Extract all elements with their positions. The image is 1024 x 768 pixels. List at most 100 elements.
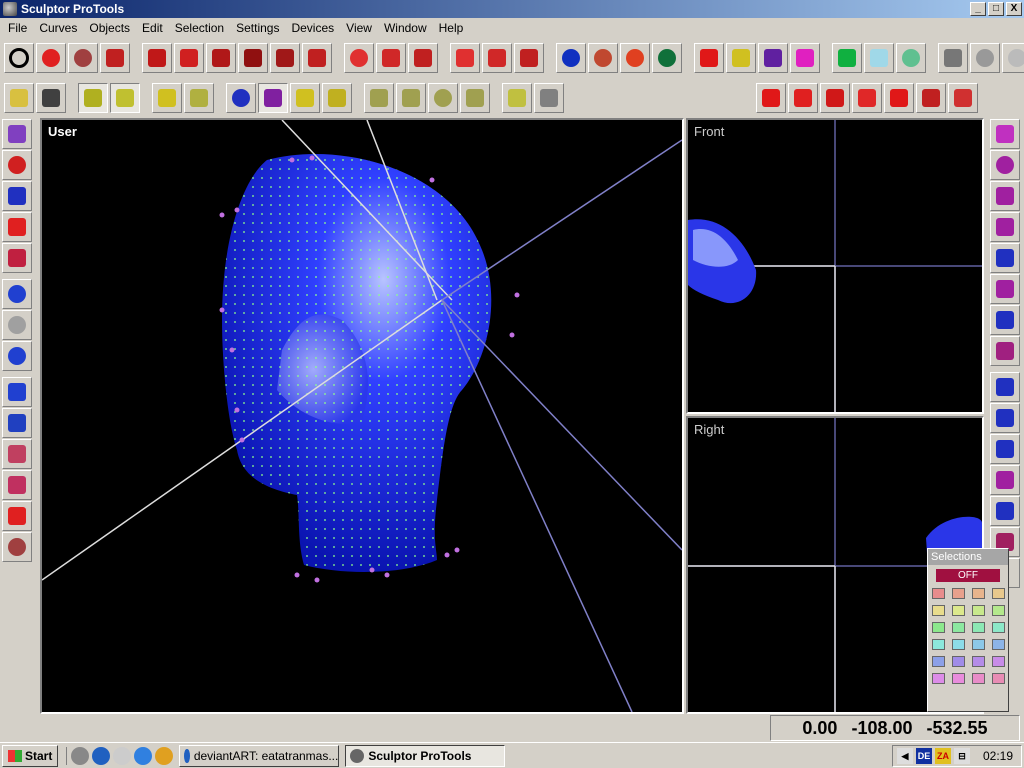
media-player-icon[interactable] [155,746,174,765]
selection-swatch[interactable] [991,588,1005,599]
align-button-4[interactable] [460,83,490,113]
selection-swatch[interactable] [951,605,965,616]
selection-swatch[interactable] [991,605,1005,616]
menu-devices[interactable]: Devices [285,21,340,35]
move-point-button[interactable] [2,408,32,438]
split-button[interactable] [2,501,32,531]
minimize-button[interactable]: _ [970,2,986,16]
sphere-button[interactable] [556,43,586,73]
wire-cube-button-6[interactable] [302,43,332,73]
query-object-button[interactable] [2,243,32,273]
snap-button[interactable] [152,83,182,113]
mail-icon[interactable] [113,746,132,765]
menu-window[interactable]: Window [378,21,433,35]
wire-cube-button-4[interactable] [238,43,268,73]
selection-swatch[interactable] [971,639,985,650]
selection-swatch[interactable] [931,622,945,633]
tube-button[interactable] [832,43,862,73]
gem-button[interactable] [990,465,1020,495]
selection-swatch[interactable] [951,622,965,633]
redo-button[interactable] [2,310,32,340]
prism-button[interactable] [864,43,894,73]
menu-edit[interactable]: Edit [136,21,169,35]
zonealarm-icon[interactable]: ZA [935,748,951,764]
deform-button-5[interactable] [884,83,914,113]
viewport-front[interactable]: Front [686,118,984,414]
mesh-mode-button-1[interactable] [78,83,108,113]
cube-select-button[interactable] [100,43,130,73]
selection-swatch[interactable] [971,656,985,667]
mirror-button[interactable] [534,83,564,113]
cylinder-button[interactable] [694,43,724,73]
selection-swatch[interactable] [971,588,985,599]
show-desktop-icon[interactable] [71,746,90,765]
chain-button[interactable] [990,372,1020,402]
language-indicator[interactable]: DE [916,748,932,764]
wire-cube-button-3[interactable] [206,43,236,73]
shape-button-3[interactable] [990,212,1020,242]
selection-swatch[interactable] [931,605,945,616]
reset-button[interactable] [2,532,32,562]
wire-cube-button-1[interactable] [142,43,172,73]
twist-button[interactable] [790,43,820,73]
deform-button-3[interactable] [820,83,850,113]
deform-button-1[interactable] [756,83,786,113]
no-rotate-button[interactable] [68,43,98,73]
select-tool-button[interactable] [4,43,34,73]
crescent-button[interactable] [990,434,1020,464]
add-point-button[interactable] [2,377,32,407]
open-button[interactable] [4,83,34,113]
hemisphere-button[interactable] [588,43,618,73]
grid-mesh-button[interactable] [2,470,32,500]
align-button-1[interactable] [364,83,394,113]
selection-swatch[interactable] [931,656,945,667]
task-sculptor[interactable]: Sculptor ProTools [345,744,506,767]
delete-object-button[interactable] [2,212,32,242]
shape-button-2[interactable] [990,181,1020,211]
rotate-object-button[interactable] [2,150,32,180]
shape-button-1[interactable] [990,150,1020,180]
curve-button-2[interactable] [970,43,1000,73]
texture-button[interactable] [502,83,532,113]
mesh-mode-button-2[interactable] [110,83,140,113]
selection-swatch[interactable] [991,673,1005,684]
draw-curve-button[interactable] [2,119,32,149]
curve-button-3[interactable] [1002,43,1024,73]
align-button-3[interactable] [428,83,458,113]
torus-button[interactable] [896,43,926,73]
shrink-button[interactable] [482,43,512,73]
selections-off-button[interactable]: OFF [936,569,1000,582]
selection-swatch[interactable] [951,588,965,599]
selection-swatch[interactable] [951,639,965,650]
point-tool-button[interactable] [226,83,256,113]
menu-view[interactable]: View [340,21,378,35]
disc-button[interactable] [652,43,682,73]
selection-swatch[interactable] [991,639,1005,650]
link-button-2[interactable] [376,43,406,73]
scale-tool-button[interactable] [322,83,352,113]
menu-selection[interactable]: Selection [169,21,230,35]
axis-tool-button[interactable] [290,83,320,113]
selection-swatch[interactable] [951,673,965,684]
menu-objects[interactable]: Objects [83,21,136,35]
netscape-icon[interactable] [92,746,111,765]
maximize-button[interactable]: □ [988,2,1004,16]
selection-swatch[interactable] [971,622,985,633]
link-button-1[interactable] [344,43,374,73]
selection-swatch[interactable] [931,588,945,599]
ellipsoid-button[interactable] [620,43,650,73]
frame-button[interactable] [514,43,544,73]
start-button[interactable]: Start [2,744,59,767]
deform-button-7[interactable] [948,83,978,113]
object-tool-button[interactable] [258,83,288,113]
save-button[interactable] [36,83,66,113]
close-button[interactable]: X [1006,2,1022,16]
expand-button[interactable] [450,43,480,73]
deform-button-2[interactable] [788,83,818,113]
link-button-3[interactable] [408,43,438,73]
network-icon[interactable]: ⊟ [954,748,970,764]
speaker-icon[interactable]: ◀ [897,748,913,764]
refresh-button[interactable] [2,341,32,371]
menu-settings[interactable]: Settings [230,21,285,35]
curve-button-1[interactable] [938,43,968,73]
